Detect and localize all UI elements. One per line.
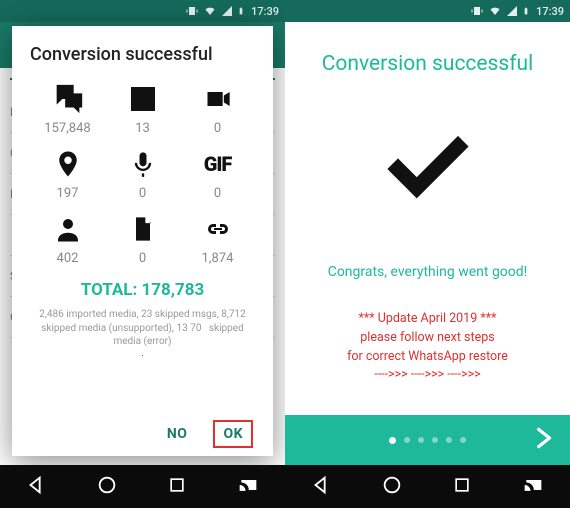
recents-button[interactable] [167, 475, 187, 499]
stat-count: 0 [139, 186, 146, 201]
document-icon [129, 212, 157, 246]
congrats-text: Congrats, everything went good! [328, 264, 528, 280]
checkmark-icon [368, 124, 488, 218]
cast-icon[interactable] [236, 475, 260, 499]
wifi-icon [488, 5, 502, 17]
ok-button[interactable]: OK [217, 424, 249, 444]
update-line: for correct WhatsApp restore [347, 348, 508, 367]
battery-icon [237, 5, 245, 17]
stat-images: 13 [105, 79, 180, 136]
location-icon [53, 146, 83, 182]
status-bar: 17:39 [285, 0, 570, 22]
total-label: TOTAL: 178,783 [30, 280, 255, 300]
signal-icon [221, 5, 233, 17]
link-icon [199, 217, 237, 241]
page-dot[interactable] [446, 437, 452, 443]
chat-icon [49, 82, 87, 116]
dialog-buttons: NO OK [30, 414, 255, 446]
page-title: Conversion successful [322, 52, 533, 76]
phone-right: 17:39 Conversion successful Congrats, ev… [285, 0, 570, 508]
video-icon [200, 85, 236, 113]
home-button[interactable] [96, 474, 118, 500]
stat-locations: 197 [30, 144, 105, 201]
stats-grid: 157,848 13 0 197 0 [30, 79, 255, 266]
cast-icon[interactable] [521, 475, 545, 499]
no-button[interactable]: NO [161, 424, 194, 444]
home-button[interactable] [381, 474, 403, 500]
nav-bar [285, 465, 570, 508]
page-dot[interactable] [460, 437, 466, 443]
vibrate-icon [470, 5, 484, 17]
gif-icon: GIF [204, 152, 232, 176]
stat-chats: 157,848 [30, 79, 105, 136]
update-line: please follow next steps [347, 329, 508, 348]
page-dot[interactable] [418, 437, 424, 443]
page-dot[interactable] [404, 437, 410, 443]
back-button[interactable] [310, 474, 332, 500]
wifi-icon [203, 5, 217, 17]
image-icon [125, 83, 161, 115]
status-bar: 17:39 [0, 0, 285, 22]
nav-bar [0, 465, 285, 508]
recents-button[interactable] [452, 475, 472, 499]
dialog-title: Conversion successful [30, 44, 255, 65]
status-time: 17:39 [536, 5, 564, 18]
stat-count: 13 [135, 121, 150, 136]
stat-links: 1,874 [180, 209, 255, 266]
stat-count: 157,848 [44, 121, 90, 136]
mic-icon [129, 146, 157, 182]
stat-count: 197 [57, 186, 79, 201]
back-button[interactable] [25, 474, 47, 500]
conversion-dialog: Conversion successful 157,848 13 0 197 [12, 26, 273, 456]
update-notice: *** Update April 2019 *** please follow … [347, 310, 508, 385]
update-line: ---->>> ---->>> ---->>> [347, 366, 508, 385]
contact-icon [53, 212, 83, 246]
stat-documents: 0 [105, 209, 180, 266]
stat-contacts: 402 [30, 209, 105, 266]
stat-videos: 0 [180, 79, 255, 136]
stat-count: 402 [57, 251, 79, 266]
footnote: 2,486 imported media, 23 skipped msgs, 8… [30, 308, 255, 349]
page-dot[interactable] [389, 437, 396, 444]
stat-count: 0 [214, 121, 221, 136]
phone-left: 17:39 B C D S C Conversion successful 15… [0, 0, 285, 508]
vibrate-icon [185, 5, 199, 17]
signal-icon [506, 5, 518, 17]
footnote-dot: · [30, 351, 255, 362]
update-line: *** Update April 2019 *** [347, 310, 508, 329]
success-screen: Conversion successful Congrats, everythi… [285, 22, 570, 465]
next-button[interactable] [530, 425, 556, 455]
stat-voice: 0 [105, 144, 180, 201]
battery-icon [522, 5, 530, 17]
page-dot[interactable] [432, 437, 438, 443]
stat-count: 0 [214, 186, 221, 201]
pager-bar [285, 415, 570, 465]
stat-count: 0 [139, 251, 146, 266]
stat-gifs: GIF 0 [180, 144, 255, 201]
stat-count: 1,874 [202, 251, 234, 266]
page-dots [389, 437, 466, 444]
status-time: 17:39 [251, 5, 279, 18]
